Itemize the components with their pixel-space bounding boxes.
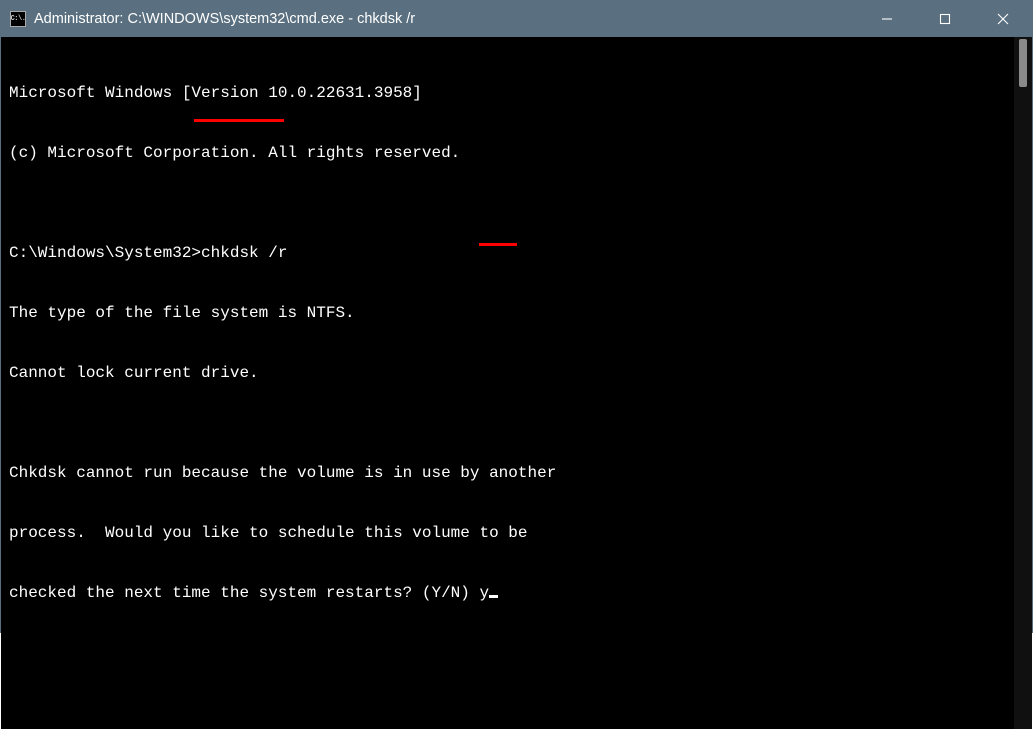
prompt: C:\Windows\System32> <box>9 244 201 262</box>
terminal-output[interactable]: Microsoft Windows [Version 10.0.22631.39… <box>1 37 1014 729</box>
window-controls <box>858 1 1032 37</box>
minimize-icon <box>881 13 893 25</box>
scrollbar-thumb[interactable] <box>1019 39 1027 87</box>
output-line: Chkdsk cannot run because the volume is … <box>9 463 1006 483</box>
annotation-underline-command <box>194 119 284 122</box>
close-icon <box>997 13 1009 25</box>
maximize-icon <box>939 13 951 25</box>
prompt-line: C:\Windows\System32>chkdsk /r <box>9 243 1006 263</box>
user-response: y <box>479 584 489 602</box>
text-cursor <box>489 595 498 598</box>
cmd-icon-text: C:\. <box>11 15 26 23</box>
maximize-button[interactable] <box>916 1 974 37</box>
output-text: checked the next time the system restart… <box>9 584 479 602</box>
titlebar[interactable]: C:\. Administrator: C:\WINDOWS\system32\… <box>1 1 1032 37</box>
output-line: The type of the file system is NTFS. <box>9 303 1006 323</box>
close-button[interactable] <box>974 1 1032 37</box>
window-title: Administrator: C:\WINDOWS\system32\cmd.e… <box>34 11 858 27</box>
output-line: process. Would you like to schedule this… <box>9 523 1006 543</box>
output-line: (c) Microsoft Corporation. All rights re… <box>9 143 1006 163</box>
output-line: Cannot lock current drive. <box>9 363 1006 383</box>
typed-command: chkdsk /r <box>201 244 287 262</box>
scrollbar[interactable] <box>1014 37 1032 729</box>
output-line: Microsoft Windows [Version 10.0.22631.39… <box>9 83 1006 103</box>
cmd-window: C:\. Administrator: C:\WINDOWS\system32\… <box>0 0 1033 633</box>
cmd-icon: C:\. <box>10 11 26 27</box>
response-line: checked the next time the system restart… <box>9 583 1006 603</box>
minimize-button[interactable] <box>858 1 916 37</box>
client-area: Microsoft Windows [Version 10.0.22631.39… <box>1 37 1032 729</box>
